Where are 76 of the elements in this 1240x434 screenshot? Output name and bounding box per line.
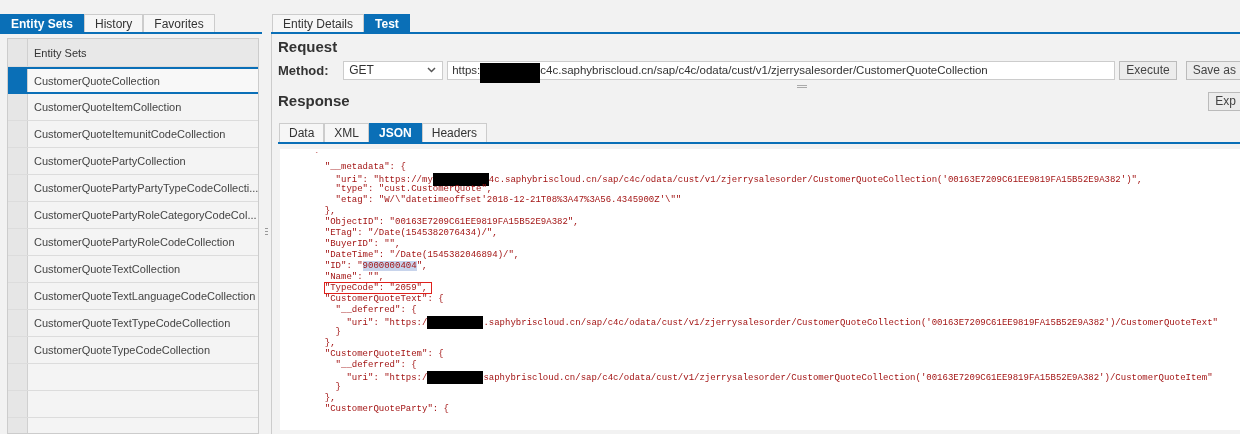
code-text: "CustomerQuoteItem": {: [323, 349, 444, 359]
redaction-mark: [480, 63, 541, 83]
list-row[interactable]: CustomerQuoteTextLanguageCodeCollection: [8, 283, 258, 310]
entity-set-name: CustomerQuotePartyRoleCategoryCodeCol...: [34, 209, 257, 221]
code-text: }: [334, 382, 341, 392]
code-text: },: [323, 393, 336, 403]
code-text: }: [334, 327, 341, 337]
highlighted-code: "TypeCode": "2059",: [324, 283, 432, 293]
code-text: .saphybriscloud.cn/sap/c4c/odata/cust/v1/zjerrysalesorder/CustomerQuoteCollection('00163E7209C61EE9819FA15B52E9A382')/CustomerQuoteText": [483, 317, 1218, 328]
grip-icon[interactable]: [265, 228, 268, 236]
entity-set-name: CustomerQuotePartyRoleCodeCollection: [34, 236, 235, 248]
entity-set-name: CustomerQuoteTextTypeCodeCollection: [34, 317, 231, 329]
code-text: 4c.saphybriscloud.cn/sap/c4c/odata/cust/v1/zjerrysalesorder/CustomerQuoteCollection('00163E7209C61EE9819FA15B52E9A382')",: [488, 174, 1143, 185]
entity-set-name: CustomerQuotePartyPartyTypeCodeCollecti...: [34, 182, 258, 194]
redaction-mark: [427, 316, 484, 329]
list-row[interactable]: CustomerQuotePartyRoleCodeCollection: [8, 229, 258, 256]
code-text: "CustomerQuoteText": {: [323, 294, 444, 304]
code-text: "__deferred": {: [334, 305, 417, 315]
entity-set-name: CustomerQuotePartyCollection: [34, 155, 186, 167]
code-text: "ETag": "/Date(1545382076434)/",: [323, 228, 498, 238]
list-row[interactable]: CustomerQuotePartyCollection: [8, 148, 258, 175]
entity-set-name: CustomerQuoteItemCollection: [34, 101, 182, 113]
list-row[interactable]: CustomerQuoteItemCollection: [8, 94, 258, 121]
code-text: saphybriscloud.cn/sap/c4c/odata/cust/v1/zjerrysalesorder/CustomerQuoteCollection('00163E7209C61EE9819FA15B52E9A382')/CustomerQuoteItem": [483, 372, 1213, 383]
entity-set-name: CustomerQuoteTextCollection: [34, 263, 181, 275]
export-button[interactable]: Exp: [1208, 91, 1240, 111]
code-text: "uri": "https:/: [345, 317, 428, 328]
row-selector[interactable]: [8, 69, 28, 92]
code-text: "__metadata": {: [323, 162, 406, 172]
method-label: Method:: [278, 62, 330, 78]
code-text: "uri": "https://my: [334, 174, 433, 185]
section-title: Response: [278, 92, 350, 110]
column-header: Entity Sets: [33, 45, 88, 61]
code-text: },: [323, 338, 336, 348]
code-text: "type": "cust.CustomerQuote",: [334, 184, 493, 194]
list-row[interactable]: CustomerQuoteCollection: [8, 67, 258, 94]
tab[interactable]: XML: [324, 123, 370, 142]
url-field[interactable]: https: c4c.saphybriscloud.cn/sap/c4c/odata/cust/v1/zjerrysalesorder/CustomerQuoteCollection: [447, 60, 1116, 80]
tab[interactable]: History: [84, 14, 144, 32]
chevron-down-icon: [427, 67, 437, 73]
list-row[interactable]: CustomerQuoteTextCollection: [8, 256, 258, 283]
grip-icon[interactable]: [797, 84, 807, 88]
code-text: ",: [416, 261, 428, 271]
list-row[interactable]: CustomerQuoteTypeCodeCollection: [8, 337, 258, 364]
tab[interactable]: Entity Sets: [0, 14, 84, 32]
entity-set-name: CustomerQuoteItemunitCodeCollection: [34, 128, 226, 140]
list-row[interactable]: CustomerQuoteTextTypeCodeCollection: [8, 310, 258, 337]
code-text: `: [314, 151, 320, 161]
code-text: "CustomerQuoteParty": {: [323, 404, 450, 414]
redaction-mark: [427, 371, 484, 384]
list-row[interactable]: CustomerQuoteItemunitCodeCollection: [8, 121, 258, 148]
code-text: "ObjectID": "00163E7209C61EE9819FA15B52E9A382",: [323, 217, 579, 227]
code-text: "DateTime": "/Date(1545382046894)/",: [323, 250, 520, 260]
code-text: "etag": "W/\"datetimeoffset'2018-12-21T08%3A47%3A56.4345900Z'\"": [334, 195, 682, 205]
entity-set-name: CustomerQuoteTypeCodeCollection: [34, 344, 211, 356]
tab[interactable]: Data: [279, 123, 325, 142]
tab[interactable]: Headers: [421, 123, 488, 142]
code-text: "Name": "",: [323, 272, 385, 282]
save-button[interactable]: Save as: [1185, 60, 1240, 80]
code-text: "__deferred": {: [334, 360, 417, 370]
tab[interactable]: JSON: [369, 123, 422, 142]
tab[interactable]: Favorites: [143, 14, 215, 32]
code-text: },: [323, 206, 336, 216]
method-dropdown[interactable]: GET: [343, 60, 444, 80]
list-row[interactable]: CustomerQuotePartyRoleCategoryCodeCol...: [8, 202, 258, 229]
section-title: Request: [278, 38, 338, 56]
code-text: "uri": "https:/: [345, 372, 428, 383]
entity-set-name: CustomerQuoteCollection: [34, 74, 160, 87]
entity-set-name: CustomerQuoteTextLanguageCodeCollection: [34, 290, 256, 302]
code-text: "ID": ": [323, 261, 363, 271]
tab[interactable]: Entity Details: [272, 14, 365, 32]
tab[interactable]: Test: [364, 14, 410, 32]
execute-button[interactable]: Execute: [1119, 60, 1177, 80]
selected-text: 9000000404: [362, 261, 417, 271]
code-text: "BuyerID": "",: [323, 239, 401, 249]
list-row[interactable]: CustomerQuotePartyPartyTypeCodeCollecti...: [8, 175, 258, 202]
